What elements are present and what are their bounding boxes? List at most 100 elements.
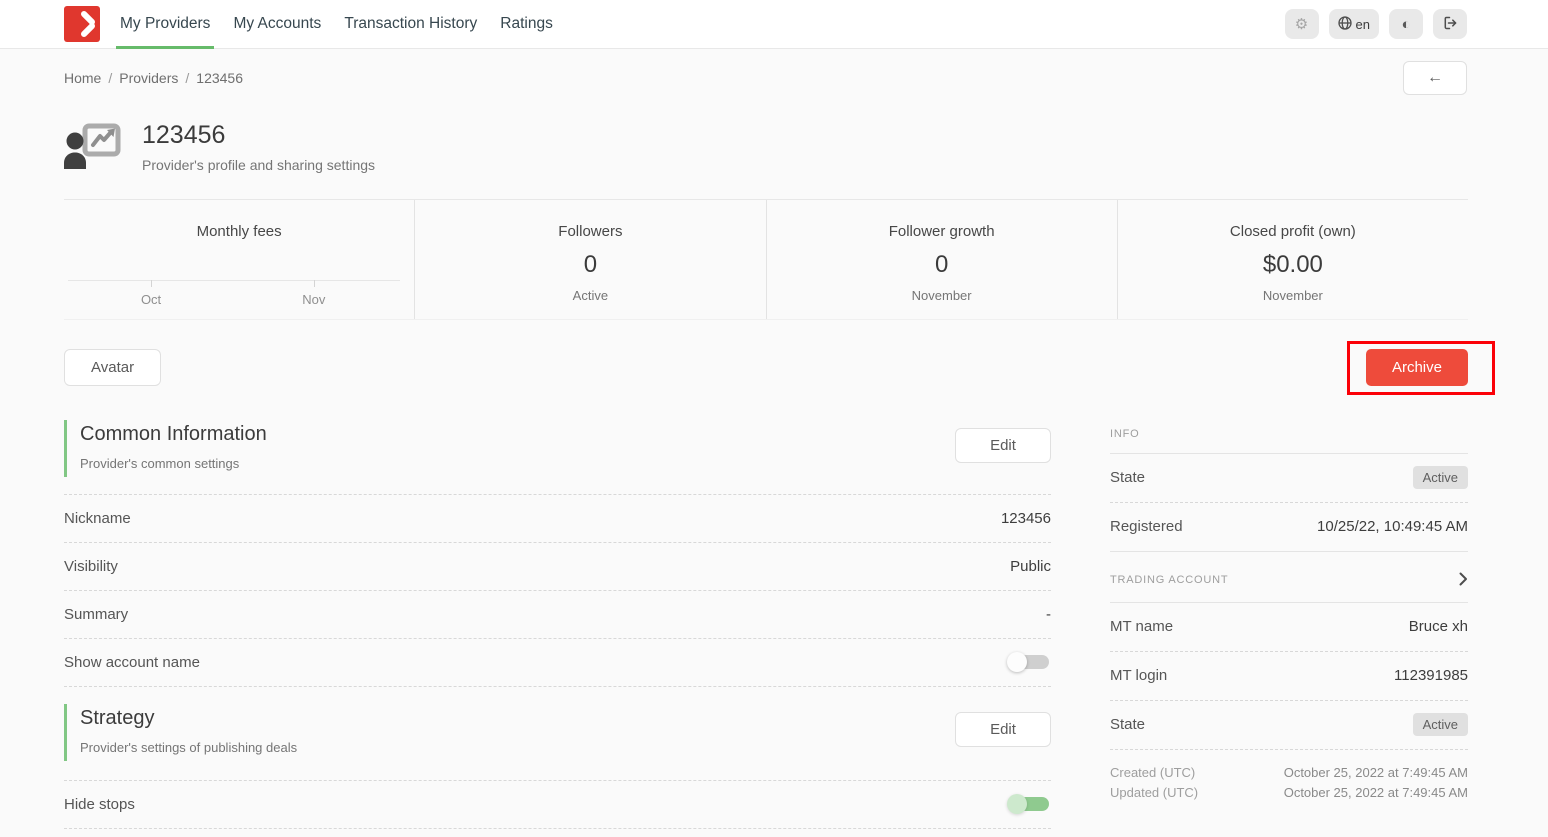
topbar-actions: ⚙ en ◐ xyxy=(1285,9,1467,39)
archive-button[interactable]: Archive xyxy=(1366,349,1468,386)
breadcrumb-current: 123456 xyxy=(196,70,243,86)
main-content: Common Information Provider's common set… xyxy=(0,395,1548,829)
info-row-mt-login: MT login 112391985 xyxy=(1110,652,1468,701)
hide-stops-toggle[interactable] xyxy=(1007,792,1051,816)
stat-title: Closed profit (own) xyxy=(1118,223,1468,240)
updated-row: Updated (UTC) October 25, 2022 at 7:49:4… xyxy=(1110,783,1468,803)
toggle-knob xyxy=(1007,794,1027,814)
nav-tab-ratings[interactable]: Ratings xyxy=(496,0,557,49)
field-label: Hide stops xyxy=(64,796,135,813)
info-label: MT login xyxy=(1110,667,1167,684)
info-row-registered: Registered 10/25/22, 10:49:45 AM xyxy=(1110,503,1468,552)
status-badge: Active xyxy=(1413,466,1468,489)
settings-column: Common Information Provider's common set… xyxy=(64,420,1051,829)
nav-tab-transaction-history[interactable]: Transaction History xyxy=(340,0,481,49)
info-label: State xyxy=(1110,716,1145,733)
avatar-button[interactable]: Avatar xyxy=(64,349,161,386)
status-badge: Active xyxy=(1413,713,1468,736)
provider-profile-icon xyxy=(64,122,122,172)
chart-tick-label: Oct xyxy=(141,292,161,307)
info-heading-label: INFO xyxy=(1110,428,1139,440)
timestamps: Created (UTC) October 25, 2022 at 7:49:4… xyxy=(1110,763,1468,803)
stat-card-closed-profit: Closed profit (own) $0.00 November xyxy=(1117,200,1468,319)
stat-title: Followers xyxy=(415,223,765,240)
breadcrumb-providers[interactable]: Providers xyxy=(119,70,178,86)
trading-account-heading[interactable]: TRADING ACCOUNT xyxy=(1110,552,1468,603)
stat-card-followers: Followers 0 Active xyxy=(414,200,765,319)
page-header: 123456 Provider's profile and sharing se… xyxy=(0,94,1548,173)
chevron-right-icon xyxy=(1459,572,1468,589)
field-label: Visibility xyxy=(64,558,118,575)
breadcrumb: Home / Providers / 123456 xyxy=(64,70,243,86)
info-row-state: State Active xyxy=(1110,454,1468,503)
section-title: Common Information xyxy=(80,423,267,446)
theme-toggle-button[interactable]: ◐ xyxy=(1389,9,1423,39)
info-value: Bruce xh xyxy=(1409,618,1468,635)
page-title: 123456 xyxy=(142,122,375,150)
back-arrow-icon: ← xyxy=(1427,69,1443,86)
toggle-knob xyxy=(1007,652,1027,672)
breadcrumb-home[interactable]: Home xyxy=(64,70,101,86)
stat-card-monthly-fees: Monthly fees Oct Nov xyxy=(64,200,414,319)
nav-tab-my-accounts[interactable]: My Accounts xyxy=(229,0,325,49)
field-row-show-account-name: Show account name xyxy=(64,639,1051,687)
language-code: en xyxy=(1356,17,1370,32)
common-information-section-header: Common Information Provider's common set… xyxy=(64,420,1051,477)
strategy-section: Strategy Provider's settings of publishi… xyxy=(64,704,1051,829)
chart-tick xyxy=(151,280,152,287)
section-head-text: Strategy Provider's settings of publishi… xyxy=(64,704,297,761)
field-row-visibility: Visibility Public xyxy=(64,543,1051,591)
back-button[interactable]: ← xyxy=(1403,61,1467,95)
field-row-nickname: Nickname 123456 xyxy=(64,495,1051,543)
globe-icon xyxy=(1338,16,1352,33)
stat-title: Follower growth xyxy=(767,223,1117,240)
page-subtitle: Provider's profile and sharing settings xyxy=(142,157,375,173)
monthly-fees-chart: Oct Nov xyxy=(68,280,400,288)
field-row-summary: Summary - xyxy=(64,591,1051,639)
field-label: Summary xyxy=(64,606,128,623)
breadcrumb-row: Home / Providers / 123456 ← xyxy=(0,49,1548,94)
info-label: Registered xyxy=(1110,518,1183,535)
archive-highlight-box: Archive xyxy=(1347,341,1495,395)
nav-tab-my-providers[interactable]: My Providers xyxy=(116,0,214,49)
breadcrumb-separator: / xyxy=(185,70,189,86)
field-label: Nickname xyxy=(64,510,131,527)
stat-title: Monthly fees xyxy=(64,223,414,240)
contrast-icon: ◐ xyxy=(1401,17,1410,32)
gear-icon: ⚙ xyxy=(1295,17,1308,32)
strategy-rows: Hide stops xyxy=(64,780,1051,829)
chart-tick xyxy=(314,280,315,287)
logout-button[interactable] xyxy=(1433,9,1467,39)
language-button[interactable]: en xyxy=(1329,9,1379,39)
stat-value: 0 xyxy=(767,251,1117,279)
section-head-text: Common Information Provider's common set… xyxy=(64,420,267,477)
app-logo-icon[interactable] xyxy=(64,6,100,42)
stat-caption: Active xyxy=(415,288,765,303)
section-subtitle: Provider's settings of publishing deals xyxy=(80,740,297,755)
stat-value: 0 xyxy=(415,251,765,279)
chart-axis xyxy=(68,280,400,281)
info-value: 112391985 xyxy=(1394,667,1468,684)
logout-icon xyxy=(1442,15,1458,34)
strategy-section-header: Strategy Provider's settings of publishi… xyxy=(64,704,1051,761)
created-row: Created (UTC) October 25, 2022 at 7:49:4… xyxy=(1110,763,1468,783)
show-account-name-toggle[interactable] xyxy=(1007,650,1051,674)
breadcrumb-separator: / xyxy=(108,70,112,86)
info-label: MT name xyxy=(1110,618,1173,635)
strategy-edit-button[interactable]: Edit xyxy=(955,712,1051,747)
info-panel-heading: INFO xyxy=(1110,422,1468,454)
stat-value: $0.00 xyxy=(1118,251,1468,279)
common-information-edit-button[interactable]: Edit xyxy=(955,428,1051,463)
stats-strip: Monthly fees Oct Nov Followers 0 Active … xyxy=(64,199,1468,320)
info-label: State xyxy=(1110,469,1145,486)
info-row-mt-name: MT name Bruce xh xyxy=(1110,603,1468,652)
settings-button[interactable]: ⚙ xyxy=(1285,9,1319,39)
info-panel: INFO State Active Registered 10/25/22, 1… xyxy=(1110,420,1468,803)
common-information-rows: Nickname 123456 Visibility Public Summar… xyxy=(64,494,1051,687)
meta-label: Updated (UTC) xyxy=(1110,783,1198,803)
trading-account-heading-label: TRADING ACCOUNT xyxy=(1110,574,1228,586)
stat-caption: November xyxy=(1118,288,1468,303)
field-value: - xyxy=(1046,606,1051,623)
field-value: 123456 xyxy=(1001,510,1051,527)
info-value: 10/25/22, 10:49:45 AM xyxy=(1317,518,1468,535)
